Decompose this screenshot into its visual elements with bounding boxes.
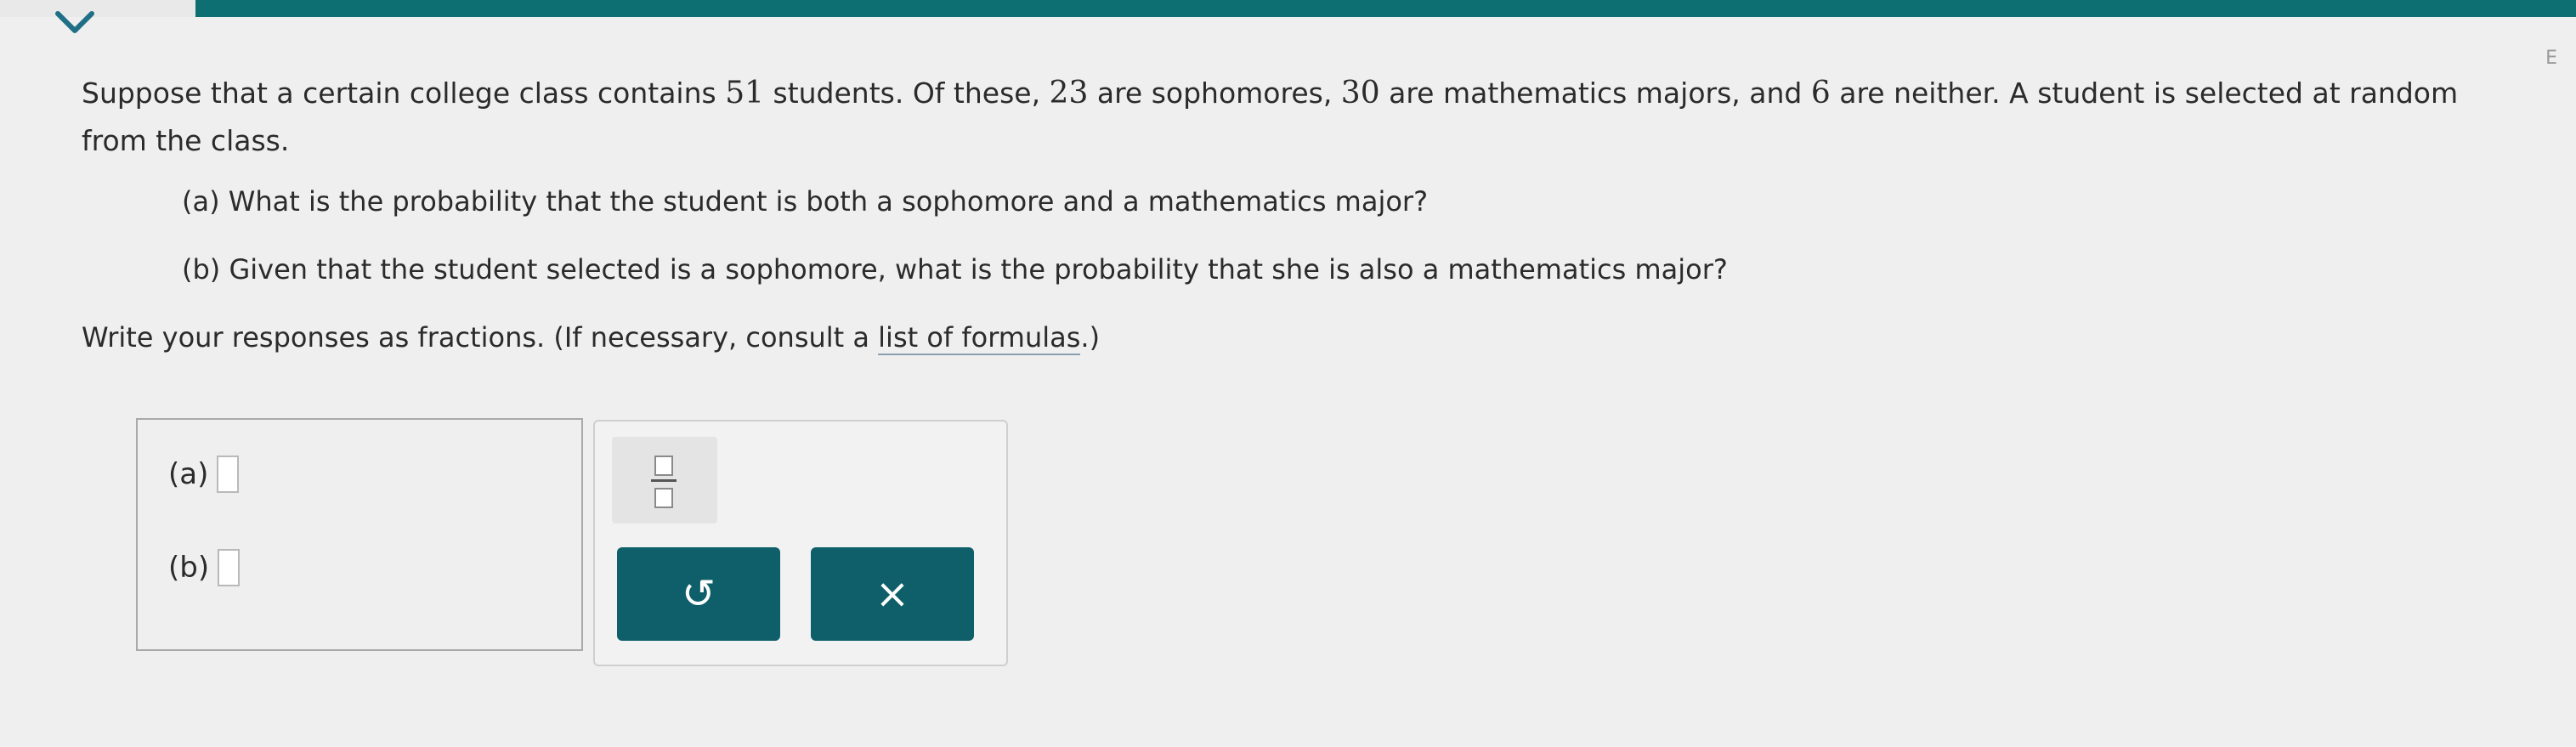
undo-button[interactable]: ↺ (617, 547, 780, 641)
problem-statement: Suppose that a certain college class con… (82, 70, 2529, 165)
problem-text: are sophomores, (1088, 76, 1341, 110)
instructions-text: Write your responses as fractions. (If n… (82, 321, 879, 354)
problem-text: are mathematics majors, and (1379, 76, 1811, 110)
fraction-icon (654, 456, 673, 476)
answer-a-input[interactable] (217, 456, 240, 493)
edge-letter: E (2545, 48, 2557, 69)
neither-count: 6 (1810, 76, 1831, 110)
formulas-link[interactable]: list of formulas (878, 321, 1081, 355)
question-a: (a) What is the probability that the stu… (182, 185, 1429, 218)
top-bar (0, 0, 2576, 17)
question-b: (b) Given that the student selected is a… (182, 253, 1728, 286)
students-count: 51 (725, 76, 765, 110)
answer-b-label: (b) (168, 551, 210, 585)
undo-icon: ↺ (681, 570, 716, 618)
chevron-down-icon[interactable] (51, 7, 99, 37)
clear-button[interactable]: × (811, 547, 974, 641)
fraction-bar (651, 479, 677, 482)
answer-a-label: (a) (168, 457, 209, 491)
problem-text: Suppose that a certain college class con… (82, 76, 726, 110)
close-icon: × (875, 570, 910, 618)
math-toolbar: ↺ × (593, 420, 1008, 666)
instructions-text: .) (1080, 321, 1101, 354)
answer-box: (a) (b) (136, 418, 583, 651)
math-majors-count: 30 (1340, 76, 1380, 110)
answer-row-b: (b) (168, 549, 241, 586)
answer-b-input[interactable] (218, 549, 241, 586)
instructions: Write your responses as fractions. (If n… (82, 321, 1101, 355)
fraction-denominator-box (654, 488, 673, 508)
fraction-button[interactable] (612, 437, 717, 523)
answer-row-a: (a) (168, 456, 240, 493)
problem-text: students. Of these, (764, 76, 1050, 110)
sophomores-count: 23 (1049, 76, 1089, 110)
